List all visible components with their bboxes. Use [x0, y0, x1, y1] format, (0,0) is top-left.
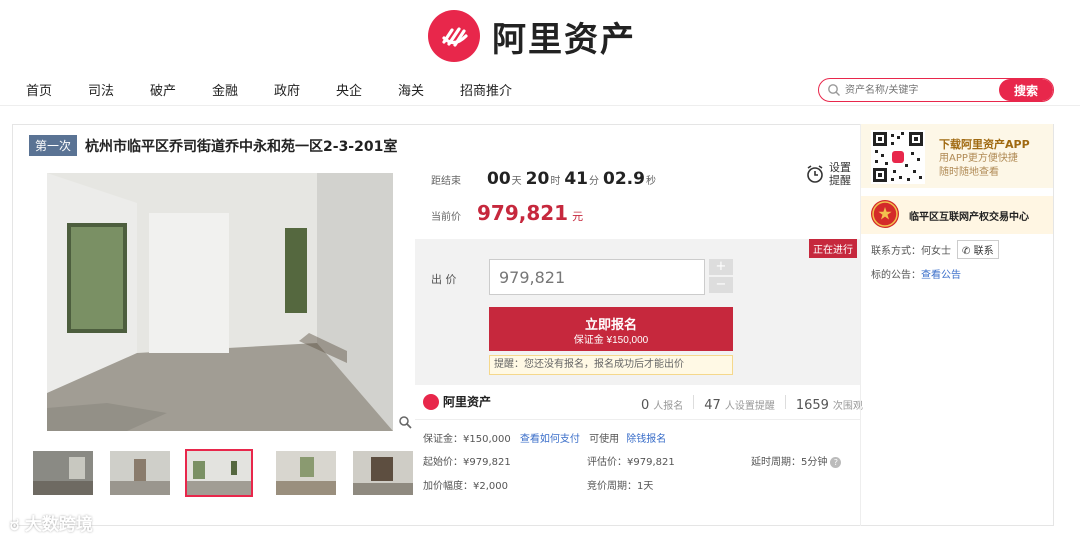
organization-card: 临平区互联网产权交易中心 — [861, 196, 1053, 234]
watermark-icon: ಠ — [10, 515, 19, 535]
deposit-info: 保证金：¥150,000 查看如何支付 可使用 除钱报名 — [423, 430, 666, 445]
countdown-hours: 20 — [525, 169, 550, 189]
bid-label: 出 价 — [431, 273, 457, 286]
how-to-pay-link[interactable]: 查看如何支付 — [520, 434, 580, 445]
national-emblem-icon — [871, 200, 899, 228]
auction-stats: 0 人报名 47 人设置提醒 1659 次围观 — [641, 395, 863, 413]
brand-mini-icon — [423, 393, 439, 410]
countdown-minutes: 41 — [564, 169, 589, 189]
app-desc-1: 用APP更方便快捷 — [939, 153, 1018, 164]
notice-label: 标的公告： — [871, 270, 921, 281]
nav-finance[interactable]: 金融 — [212, 80, 238, 99]
stats-divider — [693, 395, 695, 409]
countdown-days: 00 — [487, 169, 511, 189]
help-icon[interactable]: ? — [830, 457, 842, 468]
nav-investment[interactable]: 招商推介 — [460, 80, 512, 99]
signup-count-label: 人报名 — [653, 401, 684, 412]
countdown-day-unit: 天 — [511, 176, 522, 187]
nav-home[interactable]: 首页 — [26, 80, 52, 99]
thumbnail[interactable] — [276, 451, 336, 495]
countdown-second-unit: 秒 — [645, 176, 656, 187]
status-badge: 正在进行 — [809, 239, 857, 258]
current-price: 当前价 979,821 元 — [431, 201, 583, 225]
decrease-bid-button[interactable]: − — [709, 277, 733, 293]
delay-period-text: 延时周期：5分钟 — [751, 457, 828, 468]
register-label: 立即报名 — [584, 316, 637, 332]
contact-button-label: 联系 — [973, 246, 994, 257]
countdown-seconds: 02.9 — [603, 169, 645, 189]
register-button[interactable]: 立即报名 保证金 ¥150,000 — [489, 307, 733, 351]
start-price: 起始价：¥979,821 — [423, 457, 511, 468]
round-badge: 第一次 — [29, 135, 78, 156]
phone-icon: ✆ — [962, 246, 971, 257]
nav-judicial[interactable]: 司法 — [88, 80, 114, 99]
nav-customs[interactable]: 海关 — [398, 80, 424, 99]
view-notice-link[interactable]: 查看公告 — [921, 270, 961, 281]
brand-name: 阿里资产 — [492, 19, 636, 60]
view-count-label: 次围观 — [832, 401, 863, 412]
bid-amount-input[interactable] — [489, 259, 705, 295]
countdown-minute-unit: 分 — [589, 176, 600, 187]
notice-row: 标的公告：查看公告 — [871, 266, 961, 281]
thumbnail[interactable] — [353, 451, 413, 495]
app-download-title: 下载阿里资产APP — [939, 138, 1030, 151]
main-property-photo[interactable] — [47, 173, 393, 431]
deposit-amount: 保证金：¥150,000 — [423, 434, 511, 445]
delay-period: 延时周期：5分钟? — [751, 453, 842, 468]
brand-logo[interactable]: 阿里资产 — [428, 10, 636, 62]
reminder-label-2: 提醒 — [829, 174, 851, 187]
countdown-hour-unit: 时 — [550, 176, 561, 187]
register-deposit: 保证金 ¥150,000 — [573, 334, 649, 346]
search-icon — [828, 84, 840, 96]
deposit-signup-link[interactable]: 除钱报名 — [626, 434, 666, 445]
contact-label: 联系方式：何女士 — [871, 246, 951, 257]
contact-button[interactable]: ✆ 联系 — [957, 240, 999, 259]
watermark-text: 大数跨境 — [24, 515, 93, 535]
bid-increment: 加价幅度：¥2,000 — [423, 481, 508, 492]
reminder-count-label: 人设置提醒 — [724, 401, 775, 412]
nav-central-enterprise[interactable]: 央企 — [336, 80, 362, 99]
thumbnail[interactable] — [110, 451, 170, 495]
countdown-label: 距结束 — [431, 176, 461, 187]
search-input[interactable] — [845, 82, 1015, 98]
nav-government[interactable]: 政府 — [274, 80, 300, 99]
search-button[interactable]: 搜索 — [999, 79, 1053, 101]
bid-panel: 出 价 + − 立即报名 保证金 ¥150,000 提醒：您还没有报名，报名成功… — [415, 239, 861, 385]
thumbnail-active[interactable] — [185, 449, 253, 497]
organization-name: 临平区互联网产权交易中心 — [909, 212, 1029, 223]
header: 阿里资产 — [0, 0, 1080, 70]
stats-divider — [784, 395, 786, 409]
qr-code-icon — [871, 130, 925, 184]
usable-label: 可使用 — [589, 434, 620, 445]
reminder-label-1: 设置 — [829, 161, 851, 174]
search-box: 搜索 — [818, 78, 1054, 102]
sidebar: 下载阿里资产APP 用APP更方便快捷 随时随地查看 临平区互联网产权交易中心 联… — [860, 124, 1054, 526]
app-download-card[interactable]: 下载阿里资产APP 用APP更方便快捷 随时随地查看 — [861, 124, 1053, 188]
nav-bankruptcy[interactable]: 破产 — [150, 80, 176, 99]
thumbnail[interactable] — [33, 451, 93, 495]
alarm-clock-icon — [807, 165, 823, 183]
bidding-period: 竞价周期：1天 — [587, 481, 654, 492]
set-reminder-button[interactable]: 设置 提醒 — [805, 161, 851, 187]
app-desc-2: 随时随地查看 — [939, 167, 999, 178]
countdown: 距结束 00 天 20 时 41 分 02.9 秒 — [431, 169, 656, 189]
title-bar: 第一次 杭州市临平区乔司街道乔中永和苑一区2-3-201室 — [29, 135, 397, 156]
signup-count: 0 — [641, 398, 650, 413]
watermark: ಠ 大数跨境 — [10, 510, 93, 535]
register-hint: 提醒：您还没有报名，报名成功后才能出价 — [489, 355, 733, 375]
divider — [415, 419, 861, 420]
page-title: 杭州市临平区乔司街道乔中永和苑一区2-3-201室 — [85, 138, 398, 155]
current-price-value: 979,821 — [477, 201, 569, 225]
current-price-label: 当前价 — [431, 212, 461, 223]
platform-brand: 阿里资产 — [423, 393, 491, 410]
contact-row: 联系方式：何女士 ✆ 联系 — [871, 240, 999, 259]
view-count: 1659 — [795, 398, 829, 413]
evaluation-price: 评估价：¥979,821 — [587, 457, 675, 468]
reminder-count: 47 — [704, 398, 721, 413]
platform-brand-name: 阿里资产 — [443, 395, 492, 409]
current-price-unit: 元 — [572, 210, 584, 223]
increase-bid-button[interactable]: + — [709, 259, 733, 275]
brand-logo-icon — [428, 10, 480, 62]
zoom-icon[interactable] — [398, 415, 412, 429]
